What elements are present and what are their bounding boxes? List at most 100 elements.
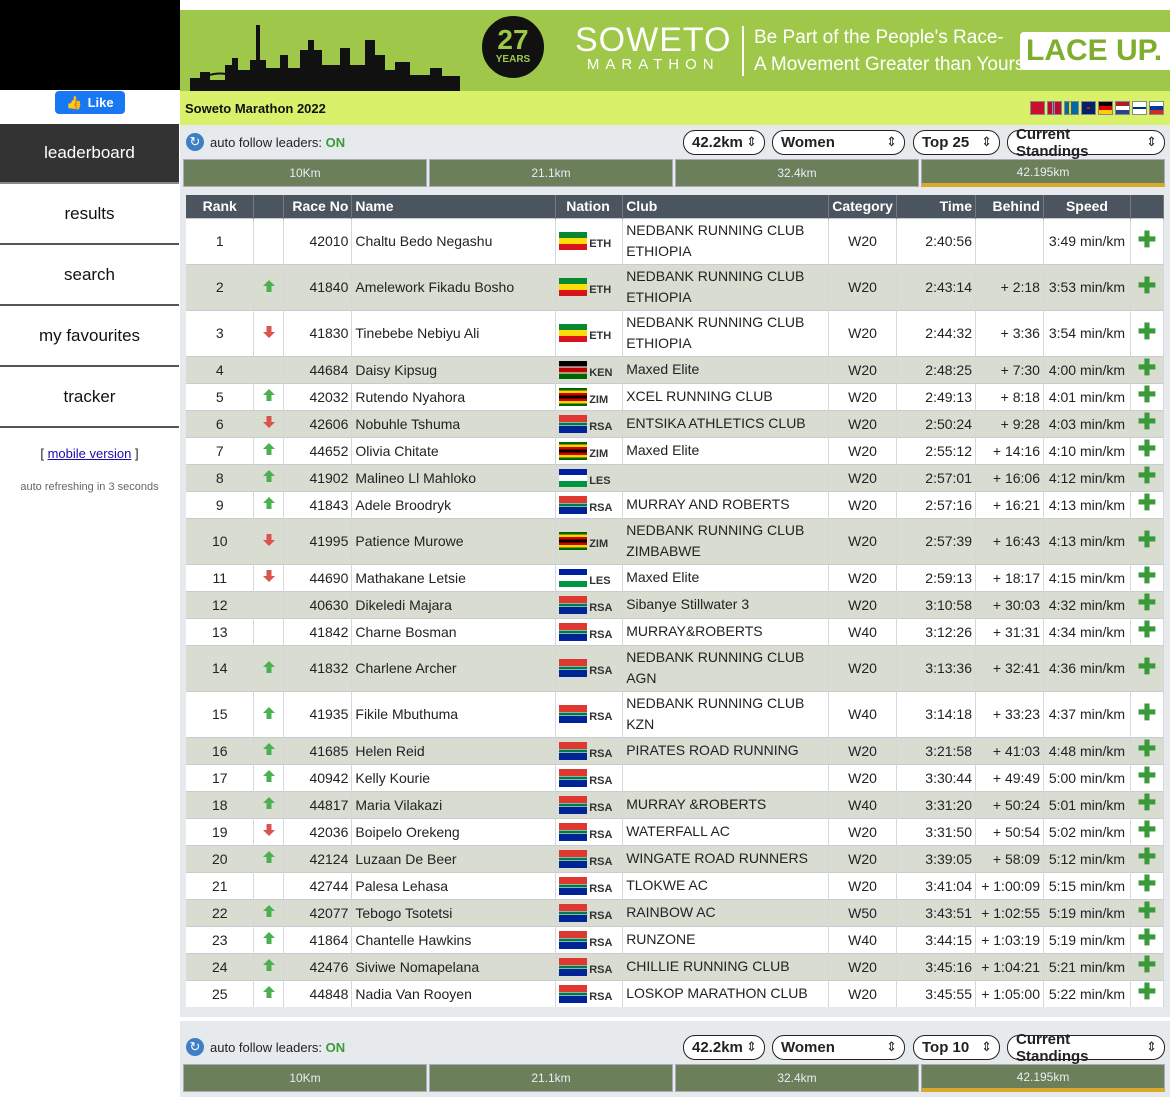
name-cell[interactable]: Charne Bosman bbox=[351, 617, 557, 645]
table-row[interactable]: 7 44652 Olivia Chitate ZIM Maxed Elite W20 2:5… bbox=[186, 436, 1165, 464]
gender-select[interactable]: Women bbox=[772, 130, 905, 155]
name-cell[interactable]: Adele Broodryk bbox=[351, 490, 557, 518]
table-row[interactable]: 22 42077 Tebogo Tsotetsi RSA RAINBOW AC W50 3:… bbox=[186, 898, 1165, 926]
flag-danish-icon[interactable] bbox=[1030, 101, 1045, 115]
table-row[interactable]: 13 41842 Charne Bosman RSA MURRAY&ROBERTS W40… bbox=[186, 617, 1165, 645]
add-favourite-icon[interactable]: ✚ bbox=[1138, 436, 1156, 461]
col-time[interactable]: Time bbox=[896, 195, 977, 218]
add-favourite-cell[interactable]: ✚ bbox=[1130, 463, 1165, 491]
tab-10km-2[interactable]: 10Km bbox=[183, 1064, 427, 1092]
col-behind[interactable]: Behind bbox=[975, 195, 1044, 218]
flag-uk-icon[interactable] bbox=[1081, 101, 1096, 115]
table-row[interactable]: 15 41935 Fikile Mbuthuma RSA NEDBANK RUNNING… bbox=[186, 690, 1165, 737]
add-favourite-cell[interactable]: ✚ bbox=[1130, 763, 1165, 791]
add-favourite-cell[interactable]: ✚ bbox=[1130, 382, 1165, 410]
add-favourite-icon[interactable]: ✚ bbox=[1138, 736, 1156, 761]
add-favourite-cell[interactable]: ✚ bbox=[1130, 790, 1165, 818]
add-favourite-icon[interactable]: ✚ bbox=[1138, 654, 1156, 679]
col-category[interactable]: Category bbox=[828, 195, 898, 218]
add-favourite-icon[interactable]: ✚ bbox=[1138, 319, 1156, 344]
add-favourite-icon[interactable]: ✚ bbox=[1138, 763, 1156, 788]
name-cell[interactable]: Tebogo Tsotetsi bbox=[351, 898, 557, 926]
nav-leaderboard[interactable]: leaderboard bbox=[0, 124, 179, 184]
table-row[interactable]: 20 42124 Luzaan De Beer RSA WINGATE ROAD RUN… bbox=[186, 844, 1165, 872]
name-cell[interactable]: Kelly Kourie bbox=[351, 763, 557, 791]
table-row[interactable]: 16 41685 Helen Reid RSA PIRATES ROAD RUNNING… bbox=[186, 736, 1165, 764]
name-cell[interactable]: Luzaan De Beer bbox=[351, 844, 557, 872]
add-favourite-icon[interactable]: ✚ bbox=[1138, 871, 1156, 896]
table-row[interactable]: 4 44684 Daisy Kipsug KEN Maxed Elite W20 2:48:… bbox=[186, 355, 1165, 383]
table-row[interactable]: 3 41830 Tinebebe Nebiyu Ali ETH NEDBANK RUNN… bbox=[186, 309, 1165, 356]
add-favourite-icon[interactable]: ✚ bbox=[1138, 790, 1156, 815]
table-row[interactable]: 21 42744 Palesa Lehasa RSA TLOKWE AC W20 3:41:… bbox=[186, 871, 1165, 899]
col-rank[interactable]: Rank bbox=[186, 195, 255, 218]
table-row[interactable]: 8 41902 Malineo Ll Mahloko LES W20 2:57:01 + 1… bbox=[186, 463, 1165, 491]
table-row[interactable]: 19 42036 Boipelo Orekeng RSA WATERFALL AC W20… bbox=[186, 817, 1165, 845]
add-favourite-cell[interactable]: ✚ bbox=[1130, 263, 1165, 310]
add-favourite-cell[interactable]: ✚ bbox=[1130, 898, 1165, 926]
flag-norwegian-icon[interactable] bbox=[1047, 101, 1062, 115]
add-favourite-cell[interactable]: ✚ bbox=[1130, 979, 1165, 1007]
add-favourite-icon[interactable]: ✚ bbox=[1138, 227, 1156, 252]
add-favourite-icon[interactable]: ✚ bbox=[1138, 355, 1156, 380]
table-row[interactable]: 17 40942 Kelly Kourie RSA W20 3:30:44 + 49:49 5… bbox=[186, 763, 1165, 791]
name-cell[interactable]: Daisy Kipsug bbox=[351, 355, 557, 383]
col-speed[interactable]: Speed bbox=[1043, 195, 1131, 218]
table-row[interactable]: 5 42032 Rutendo Nyahora ZIM XCEL RUNNING CLU… bbox=[186, 382, 1165, 410]
add-favourite-icon[interactable]: ✚ bbox=[1138, 463, 1156, 488]
tab-10km[interactable]: 10Km bbox=[183, 159, 427, 187]
name-cell[interactable]: Olivia Chitate bbox=[351, 436, 557, 464]
add-favourite-cell[interactable]: ✚ bbox=[1130, 309, 1165, 356]
table-row[interactable]: 9 41843 Adele Broodryk RSA MURRAY AND ROBERT… bbox=[186, 490, 1165, 518]
sponsor-banner[interactable]: 27 YEARS SOWETO MARATHON Be Part of the … bbox=[180, 10, 1170, 91]
tab-42km-2[interactable]: 42.195km bbox=[921, 1064, 1165, 1092]
add-favourite-icon[interactable]: ✚ bbox=[1138, 563, 1156, 588]
flag-dutch-icon[interactable] bbox=[1115, 101, 1130, 115]
add-favourite-cell[interactable]: ✚ bbox=[1130, 409, 1165, 437]
distance-select-2[interactable]: 42.2km bbox=[683, 1035, 765, 1060]
table-row[interactable]: 14 41832 Charlene Archer RSA NEDBANK RUNNING… bbox=[186, 644, 1165, 691]
add-favourite-cell[interactable]: ✚ bbox=[1130, 871, 1165, 899]
add-favourite-cell[interactable]: ✚ bbox=[1130, 517, 1165, 564]
name-cell[interactable]: Amelework Fikadu Bosho bbox=[351, 263, 557, 310]
add-favourite-icon[interactable]: ✚ bbox=[1138, 409, 1156, 434]
name-cell[interactable]: Patience Murowe bbox=[351, 517, 557, 564]
add-favourite-icon[interactable]: ✚ bbox=[1138, 490, 1156, 515]
nav-results[interactable]: results bbox=[0, 185, 179, 245]
nav-search[interactable]: search bbox=[0, 246, 179, 306]
name-cell[interactable]: Mathakane Letsie bbox=[351, 563, 557, 591]
mode-select-2[interactable]: Current Standings bbox=[1007, 1031, 1165, 1065]
flag-swedish-icon[interactable] bbox=[1064, 101, 1079, 115]
add-favourite-cell[interactable]: ✚ bbox=[1130, 217, 1165, 264]
add-favourite-icon[interactable]: ✚ bbox=[1138, 817, 1156, 842]
nav-tracker[interactable]: tracker bbox=[0, 368, 179, 428]
auto-follow[interactable]: ↻ auto follow leaders: ON bbox=[186, 133, 345, 151]
name-cell[interactable]: Rutendo Nyahora bbox=[351, 382, 557, 410]
top-select-2[interactable]: Top 10 bbox=[913, 1035, 1000, 1060]
flag-german-icon[interactable] bbox=[1098, 101, 1113, 115]
add-favourite-icon[interactable]: ✚ bbox=[1138, 952, 1156, 977]
add-favourite-cell[interactable]: ✚ bbox=[1130, 590, 1165, 618]
add-favourite-icon[interactable]: ✚ bbox=[1138, 898, 1156, 923]
add-favourite-icon[interactable]: ✚ bbox=[1138, 273, 1156, 298]
table-row[interactable]: 6 42606 Nobuhle Tshuma RSA ENTSIKA ATHLETICS… bbox=[186, 409, 1165, 437]
add-favourite-cell[interactable]: ✚ bbox=[1130, 617, 1165, 645]
add-favourite-cell[interactable]: ✚ bbox=[1130, 952, 1165, 980]
add-favourite-cell[interactable]: ✚ bbox=[1130, 844, 1165, 872]
tab-21km[interactable]: 21.1km bbox=[429, 159, 673, 187]
add-favourite-cell[interactable]: ✚ bbox=[1130, 736, 1165, 764]
add-favourite-icon[interactable]: ✚ bbox=[1138, 925, 1156, 950]
name-cell[interactable]: Dikeledi Majara bbox=[351, 590, 557, 618]
add-favourite-cell[interactable]: ✚ bbox=[1130, 644, 1165, 691]
tab-32km[interactable]: 32.4km bbox=[675, 159, 919, 187]
add-favourite-cell[interactable]: ✚ bbox=[1130, 690, 1165, 737]
add-favourite-icon[interactable]: ✚ bbox=[1138, 527, 1156, 552]
facebook-like-button[interactable]: 👍 Like bbox=[55, 91, 125, 114]
name-cell[interactable]: Chantelle Hawkins bbox=[351, 925, 557, 953]
add-favourite-icon[interactable]: ✚ bbox=[1138, 979, 1156, 1004]
flag-finnish-icon[interactable] bbox=[1132, 101, 1147, 115]
col-race-no[interactable]: Race No bbox=[283, 195, 353, 218]
add-favourite-cell[interactable]: ✚ bbox=[1130, 490, 1165, 518]
tab-42km[interactable]: 42.195km bbox=[921, 159, 1165, 187]
name-cell[interactable]: Chaltu Bedo Negashu bbox=[351, 217, 557, 264]
